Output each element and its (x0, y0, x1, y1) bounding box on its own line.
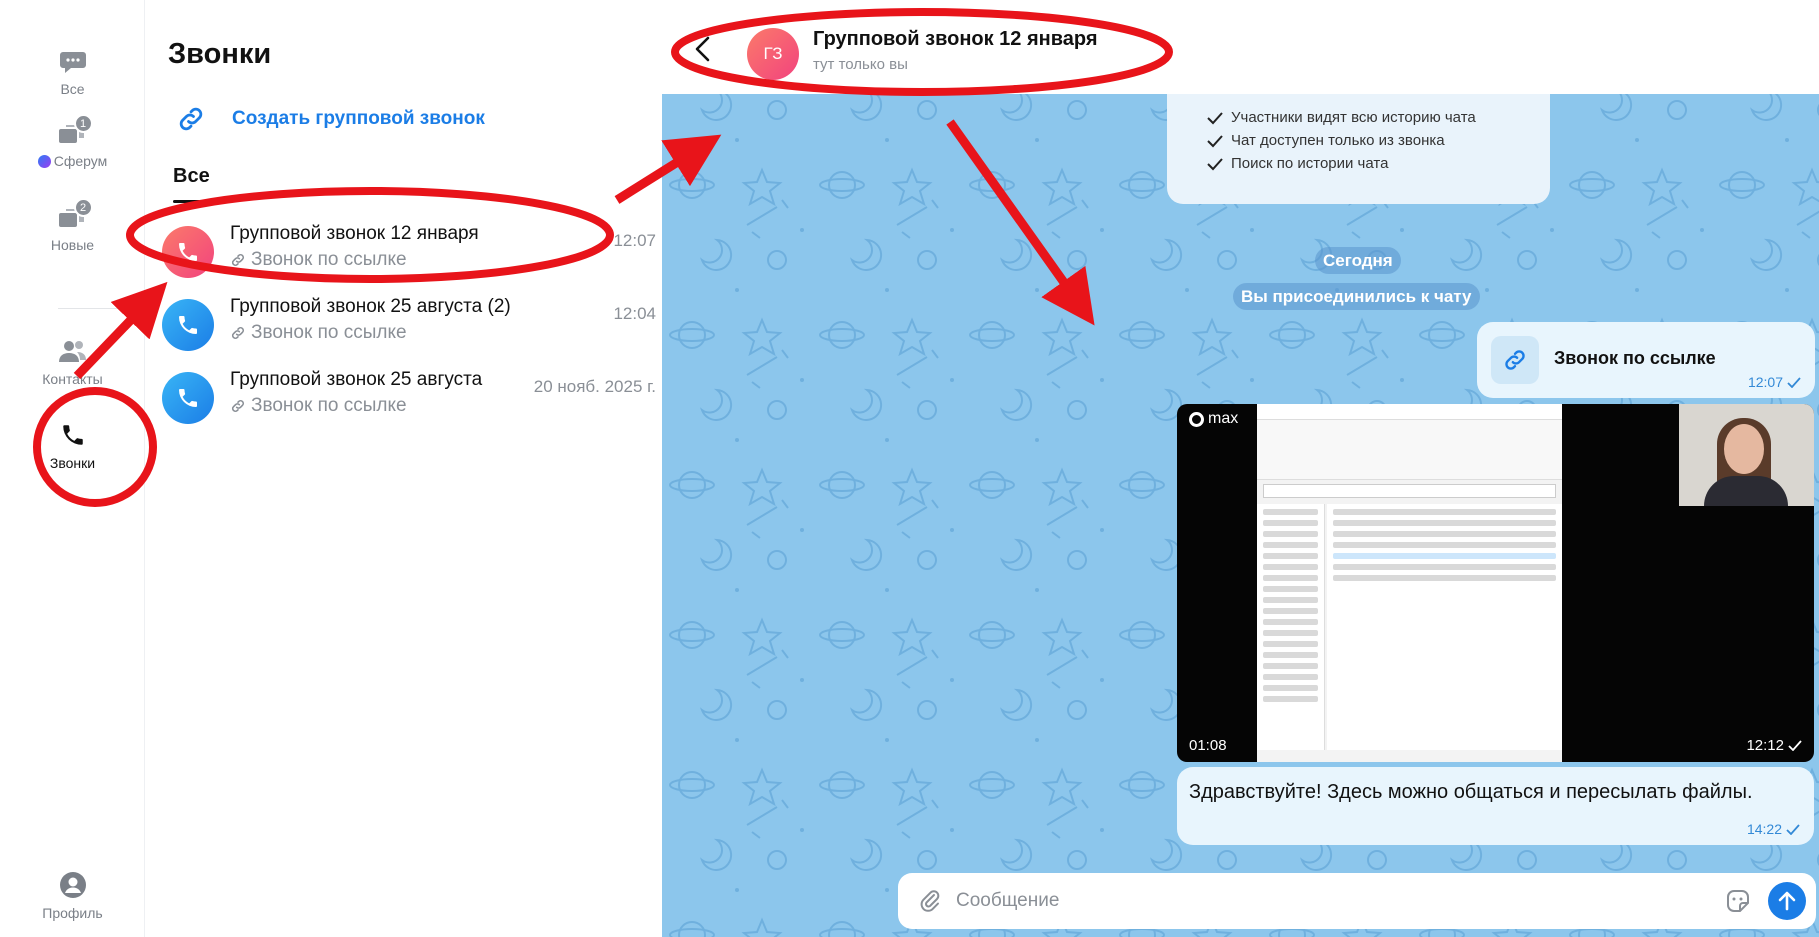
video-duration: 01:08 (1189, 737, 1227, 754)
link-icon (179, 107, 203, 131)
message-body: Здравствуйте! Здесь можно общаться и пер… (1189, 781, 1753, 803)
rail-item-new[interactable]: 2 Новые (0, 198, 145, 253)
call-name: Групповой звонок 25 августа (230, 369, 483, 390)
rail-label: Профиль (42, 905, 103, 921)
unread-badge: 1 (73, 114, 93, 133)
check-icon (1207, 111, 1223, 124)
phone-icon (179, 389, 197, 407)
profile-icon (56, 870, 90, 900)
chat-title[interactable]: Групповой звонок 12 января (813, 28, 1098, 51)
page-title: Звонки (168, 38, 272, 70)
tab-all[interactable]: Все (173, 165, 210, 188)
call-time: 20 нояб. 2025 г. (533, 377, 656, 396)
max-logo: max (1189, 410, 1238, 428)
rail-item-calls[interactable]: Звонки (0, 420, 145, 471)
link-icon (231, 253, 245, 267)
message-video[interactable]: max 01:08 12:12 (1177, 404, 1814, 762)
video-webcam-thumbnail (1679, 404, 1814, 506)
create-group-call-button[interactable]: Создать групповой звонок (176, 104, 485, 134)
link-icon (1491, 336, 1539, 384)
call-avatar (162, 372, 214, 424)
chat-info-card: Участники видят всю историю чата Чат дос… (1167, 94, 1550, 204)
max-logo-icon (1189, 411, 1204, 427)
call-list-item[interactable]: Групповой звонок 25 августа Звонок по сс… (146, 366, 656, 428)
create-group-call-label: Создать групповой звонок (232, 108, 485, 129)
nav-rail: Все 1 Сферум 2 Новые Контакты Звонки Про… (0, 0, 145, 937)
message-link-call[interactable]: Звонок по ссылке 12:07 (1477, 322, 1815, 398)
rail-item-contacts[interactable]: Контакты (0, 336, 145, 387)
rail-label: Контакты (42, 371, 103, 387)
message-time: 12:12 (1746, 737, 1802, 754)
check-icon (1786, 823, 1800, 835)
call-list-item[interactable]: Групповой звонок 12 января Звонок по ссы… (146, 220, 656, 282)
info-line: Поиск по истории чата (1207, 152, 1550, 175)
sticker-icon[interactable] (1724, 887, 1752, 915)
call-type: Звонок по ссылке (230, 395, 407, 417)
check-icon (1207, 157, 1223, 170)
sferum-logo-icon (37, 155, 51, 168)
message-input[interactable] (956, 883, 1656, 919)
app-window: Все 1 Сферум 2 Новые Контакты Звонки Про… (0, 0, 1819, 937)
chat-group-icon: 1 (56, 114, 93, 148)
message-time: 14:22 (1747, 821, 1800, 837)
call-avatar (162, 226, 214, 278)
call-avatar (162, 299, 214, 351)
call-list-item[interactable]: Групповой звонок 25 августа (2) Звонок п… (146, 293, 656, 355)
chat-pane: ГЗ Групповой звонок 12 января тут только… (662, 0, 1819, 937)
call-type: Звонок по ссылке (230, 322, 407, 344)
check-icon (1787, 376, 1801, 388)
message-composer (898, 873, 1816, 929)
date-separator: Сегодня (1315, 247, 1401, 274)
info-line: Чат доступен только из звонка (1207, 129, 1550, 152)
chat-header: ГЗ Групповой звонок 12 января тут только… (662, 0, 1819, 94)
message-title: Звонок по ссылке (1554, 348, 1716, 368)
contacts-icon (56, 336, 90, 366)
chat-bubble-icon (56, 46, 90, 76)
rail-label: Звонки (49, 455, 96, 471)
chat-avatar[interactable]: ГЗ (747, 28, 799, 80)
link-icon (231, 326, 245, 340)
tab-underline (173, 200, 223, 203)
message-text[interactable]: Здравствуйте! Здесь можно общаться и пер… (1177, 767, 1814, 845)
call-name: Групповой звонок 25 августа (2) (230, 296, 511, 317)
rail-item-sferum[interactable]: 1 Сферум (0, 114, 145, 169)
check-icon (1207, 134, 1223, 147)
calls-panel: Звонки Создать групповой звонок Все Груп… (146, 0, 662, 937)
back-arrow-icon[interactable] (692, 36, 716, 62)
chat-group-icon: 2 (56, 198, 93, 232)
unread-badge: 2 (73, 198, 93, 217)
rail-item-profile[interactable]: Профиль (0, 870, 145, 921)
phone-icon (56, 420, 90, 450)
check-icon (1788, 740, 1802, 751)
phone-icon (179, 243, 197, 261)
phone-icon (179, 316, 197, 334)
system-message: Вы присоединились к чату (1233, 283, 1480, 310)
rail-label: Новые (50, 237, 95, 253)
video-screen-share-thumbnail (1257, 404, 1562, 762)
arrow-up-icon (1778, 891, 1796, 911)
rail-label: Сферум (37, 153, 107, 169)
chat-subtitle: тут только вы (813, 56, 908, 73)
send-button[interactable] (1768, 882, 1806, 920)
call-time: 12:07 (613, 231, 656, 250)
message-time: 12:07 (1748, 374, 1801, 390)
rail-label: Все (60, 81, 85, 97)
link-icon (231, 399, 245, 413)
rail-item-all[interactable]: Все (0, 46, 145, 97)
call-name: Групповой звонок 12 января (230, 223, 479, 244)
call-type: Звонок по ссылке (230, 249, 407, 271)
info-line: Участники видят всю историю чата (1207, 106, 1550, 129)
paperclip-icon[interactable] (918, 889, 942, 913)
call-time: 12:04 (613, 304, 656, 323)
rail-divider (58, 308, 140, 309)
